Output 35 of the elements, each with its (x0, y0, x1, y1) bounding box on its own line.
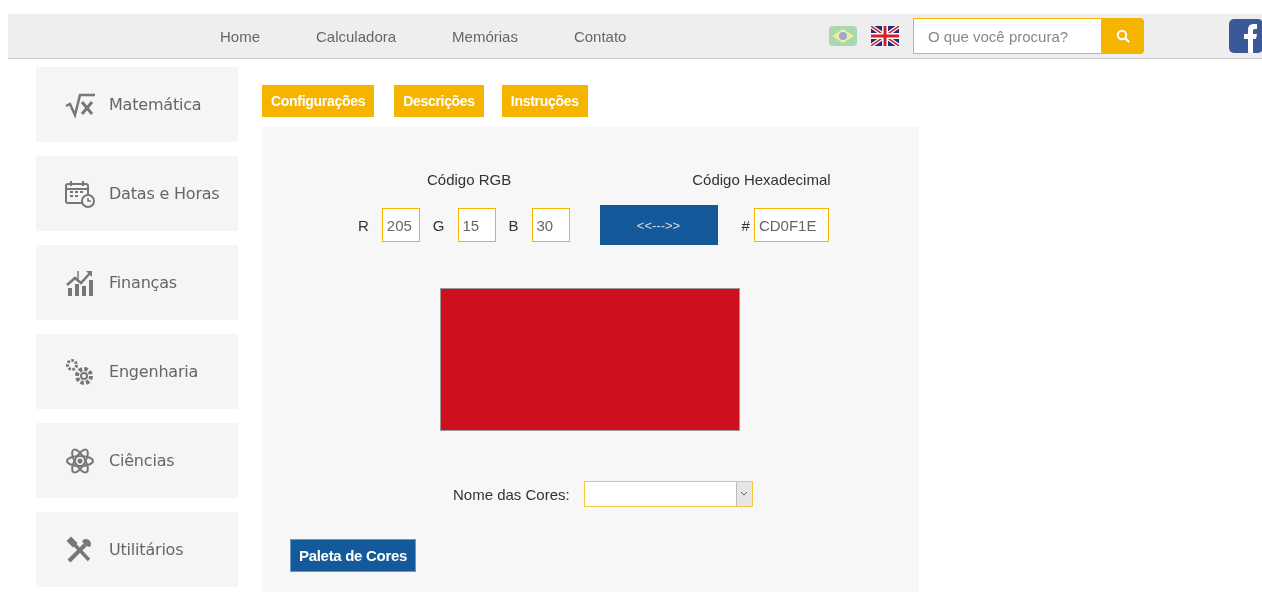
field-label: Nome das Cores: (453, 485, 570, 503)
channel-input[interactable]: 30 (531, 208, 570, 242)
palette-button[interactable]: Paleta de Cores (290, 539, 417, 572)
search-icon (1115, 29, 1130, 43)
hash-label: # (741, 216, 750, 234)
channel-input[interactable]: 15 (457, 208, 496, 242)
sidebar-item[interactable]: Finanças (36, 245, 238, 320)
sidebar-item[interactable]: Ciências (36, 423, 238, 498)
calendar-clock-icon (64, 179, 96, 208)
brazil-flag-icon[interactable] (829, 26, 857, 46)
nav-link[interactable]: Calculadora (316, 27, 397, 45)
nav-link[interactable]: Home (220, 27, 260, 45)
search-field[interactable]: O que você procura? (913, 18, 1101, 54)
section-title: Código Hexadecimal (692, 171, 831, 188)
caret-icon (740, 491, 749, 497)
sidebar-item[interactable]: Datas e Horas (36, 156, 238, 231)
growth-chart-icon (64, 268, 96, 297)
nav-link[interactable]: Contato (573, 27, 627, 45)
sidebar-item[interactable]: Utilitários (36, 512, 238, 587)
section-title: Código RGB (427, 171, 512, 188)
convert-button[interactable]: <<--->> (599, 205, 718, 245)
hex-input[interactable]: CD0F1E (753, 208, 829, 242)
nav-link[interactable]: Memórias (452, 27, 518, 45)
gears-icon (64, 357, 96, 386)
channel-label: B (508, 216, 519, 234)
sidebar-item[interactable]: Engenharia (36, 334, 238, 409)
channel-label: R (358, 216, 369, 234)
atom-icon (64, 446, 96, 475)
facebook-icon[interactable] (1229, 19, 1262, 53)
search-button[interactable] (1101, 18, 1144, 54)
sidebar-item[interactable]: Matemática (36, 67, 238, 142)
channel-label: G (432, 216, 445, 234)
color-name-dropdown[interactable] (583, 481, 753, 507)
uk-flag-icon[interactable] (871, 26, 899, 46)
channel-input[interactable]: 205 (381, 208, 420, 242)
